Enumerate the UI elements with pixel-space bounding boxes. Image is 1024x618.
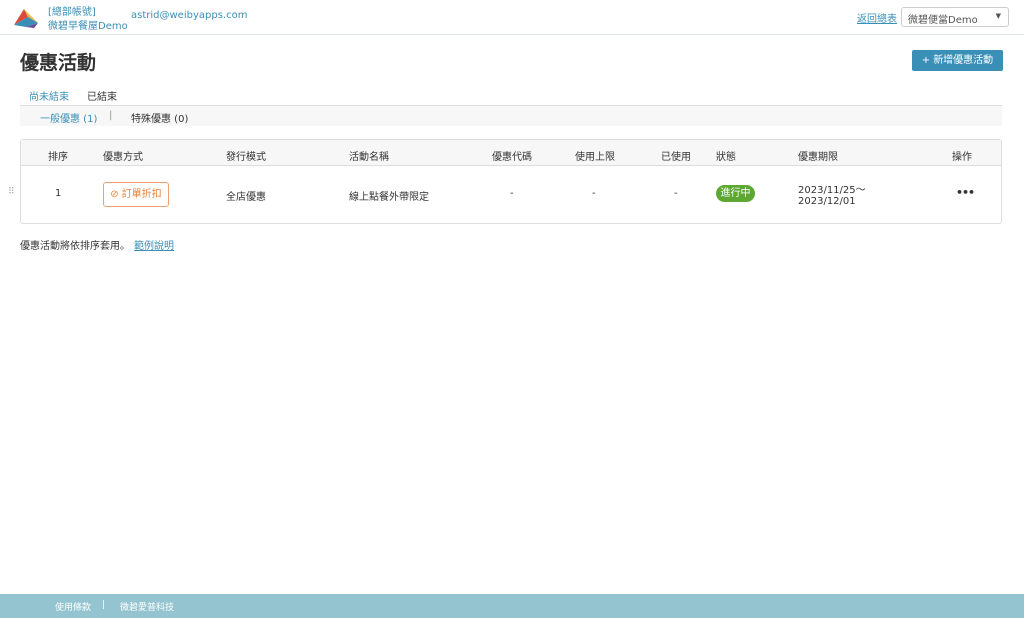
row-used: - [674,188,678,199]
footer: 使用條款 | 微碧愛普科技 [0,594,1024,618]
row-period-start: 2023/11/25～ [798,185,866,196]
tag-icon: ⊘ [110,189,119,200]
company-link[interactable]: 微碧愛普科技 [120,600,174,613]
header-name: 活動名稱 [349,152,389,163]
header-actions: 操作 [952,152,972,163]
example-link[interactable]: 範例說明 [134,241,174,252]
top-bar: [總部帳號] 微碧早餐屋Demo astrid@weibyapps.com 返回… [0,0,1024,35]
row-order: 1 [55,188,62,199]
app-logo-icon [14,9,38,28]
header-mode: 發行模式 [226,152,266,163]
sort-note-text: 優惠活動將依排序套用。 [20,241,130,252]
account-store-name: 微碧早餐屋Demo [48,21,128,32]
table-header: 排序 優惠方式 發行模式 活動名稱 優惠代碼 使用上限 已使用 狀態 優惠期限 … [21,140,1001,166]
add-promotion-button[interactable]: + 新增優惠活動 [912,50,1003,71]
sort-note: 優惠活動將依排序套用。 範例說明 [20,237,174,252]
row-period-end: 2023/12/01 [798,196,856,207]
drag-handle-icon[interactable]: ⠿ [8,187,15,197]
back-to-overview-link[interactable]: 返回總表 [857,10,897,25]
store-select[interactable]: 微碧便當Demo ▼ [901,7,1009,27]
promotion-table: 排序 優惠方式 發行模式 活動名稱 優惠代碼 使用上限 已使用 狀態 優惠期限 … [20,139,1002,224]
account-type-label: [總部帳號] [48,7,96,18]
status-badge: 進行中 [716,185,755,202]
row-mode: 全店優惠 [226,192,266,203]
subtab-separator: | [109,110,113,121]
footer-separator: | [102,600,106,610]
type-subtabs: 一般優惠 (1) | 特殊優惠 (0) [20,106,1002,126]
status-tabs: 尚未結束 已結束 [20,86,1002,109]
page-title: 優惠活動 [20,52,97,74]
tab-ended[interactable]: 已結束 [87,88,117,107]
plus-icon: + [921,55,931,66]
chevron-down-icon: ▼ [995,12,1001,20]
add-promotion-label: 新增優惠活動 [933,55,994,66]
row-limit: - [592,188,596,199]
header-type: 優惠方式 [103,152,143,163]
store-select-value: 微碧便當Demo [908,15,978,26]
subtab-general[interactable]: 一般優惠 (1) [40,110,97,125]
header-status: 狀態 [716,152,736,163]
header-code: 優惠代碼 [492,152,532,163]
row-name: 線上點餐外帶限定 [349,192,429,203]
header-used: 已使用 [661,152,691,163]
type-tag-label: 訂單折扣 [121,189,162,200]
user-email: astrid@weibyapps.com [131,10,248,21]
more-actions-icon[interactable]: ••• [956,186,975,199]
header-order: 排序 [48,152,68,163]
header-limit: 使用上限 [575,152,615,163]
subtab-special[interactable]: 特殊優惠 (0) [131,110,188,125]
header-period: 優惠期限 [798,152,838,163]
row-code: - [510,188,514,199]
type-tag: ⊘ 訂單折扣 [103,182,169,207]
terms-link[interactable]: 使用條款 [55,600,91,613]
